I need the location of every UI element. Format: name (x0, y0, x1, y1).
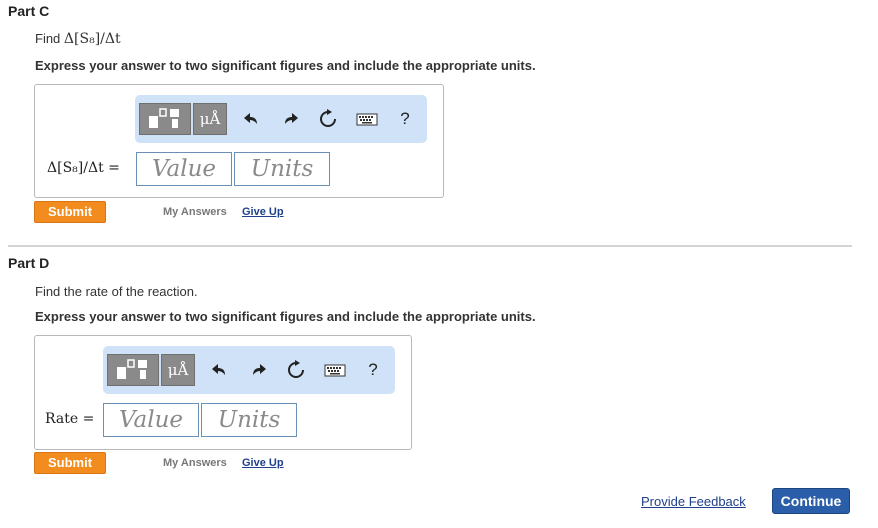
part-c-prompt-prefix: Find (35, 31, 61, 46)
part-c-units-input[interactable]: Units (234, 152, 330, 186)
part-c-title: Part C (8, 3, 50, 19)
help-icon[interactable]: ? (363, 360, 383, 380)
part-d-units-input[interactable]: Units (201, 403, 297, 437)
part-c-my-answers-link[interactable]: My Answers (163, 206, 227, 218)
part-c-give-up-link[interactable]: Give Up (242, 206, 284, 218)
part-c-instruction: Express your answer to two significant f… (35, 58, 536, 73)
part-d-my-answers-link[interactable]: My Answers (163, 457, 227, 469)
part-d-answer-box: μÅ ? Rate = Value Units (34, 335, 412, 450)
help-icon[interactable]: ? (395, 109, 415, 129)
part-d-submit-button[interactable]: Submit (34, 452, 106, 474)
part-d-toolbar: μÅ ? (103, 346, 395, 394)
part-c-answer-box: μÅ ? Δ[S₈]/Δt = Value Units (34, 84, 444, 198)
part-d-title: Part D (8, 255, 50, 271)
provide-feedback-link[interactable]: Provide Feedback (641, 494, 746, 509)
part-d-prompt: Find the rate of the reaction. (35, 284, 198, 299)
keyboard-icon[interactable] (355, 109, 379, 129)
part-d-eq-label: Rate = (45, 411, 95, 427)
part-c-prompt-math: Δ[S₈]/Δt (63, 31, 121, 47)
units-button[interactable]: μÅ (193, 103, 227, 135)
section-divider (8, 245, 852, 247)
redo-icon[interactable] (248, 360, 268, 380)
continue-button[interactable]: Continue (772, 488, 850, 514)
reset-icon[interactable] (286, 360, 306, 380)
keyboard-icon[interactable] (323, 360, 347, 380)
reset-icon[interactable] (318, 109, 338, 129)
templates-button[interactable] (139, 103, 191, 135)
part-c-eq-label: Δ[S₈]/Δt = (47, 160, 120, 176)
units-button[interactable]: μÅ (161, 354, 195, 386)
part-c-submit-button[interactable]: Submit (34, 201, 106, 223)
undo-icon[interactable] (242, 109, 262, 129)
templates-button[interactable] (107, 354, 159, 386)
part-d-give-up-link[interactable]: Give Up (242, 457, 284, 469)
redo-icon[interactable] (280, 109, 300, 129)
part-c-prompt: Find Δ[S₈]/Δt (35, 31, 121, 47)
part-c-value-input[interactable]: Value (136, 152, 232, 186)
part-c-toolbar: μÅ ? (135, 95, 427, 143)
part-d-value-input[interactable]: Value (103, 403, 199, 437)
undo-icon[interactable] (210, 360, 230, 380)
part-d-instruction: Express your answer to two significant f… (35, 309, 536, 324)
templates-icon (117, 359, 147, 379)
templates-icon (149, 108, 179, 128)
